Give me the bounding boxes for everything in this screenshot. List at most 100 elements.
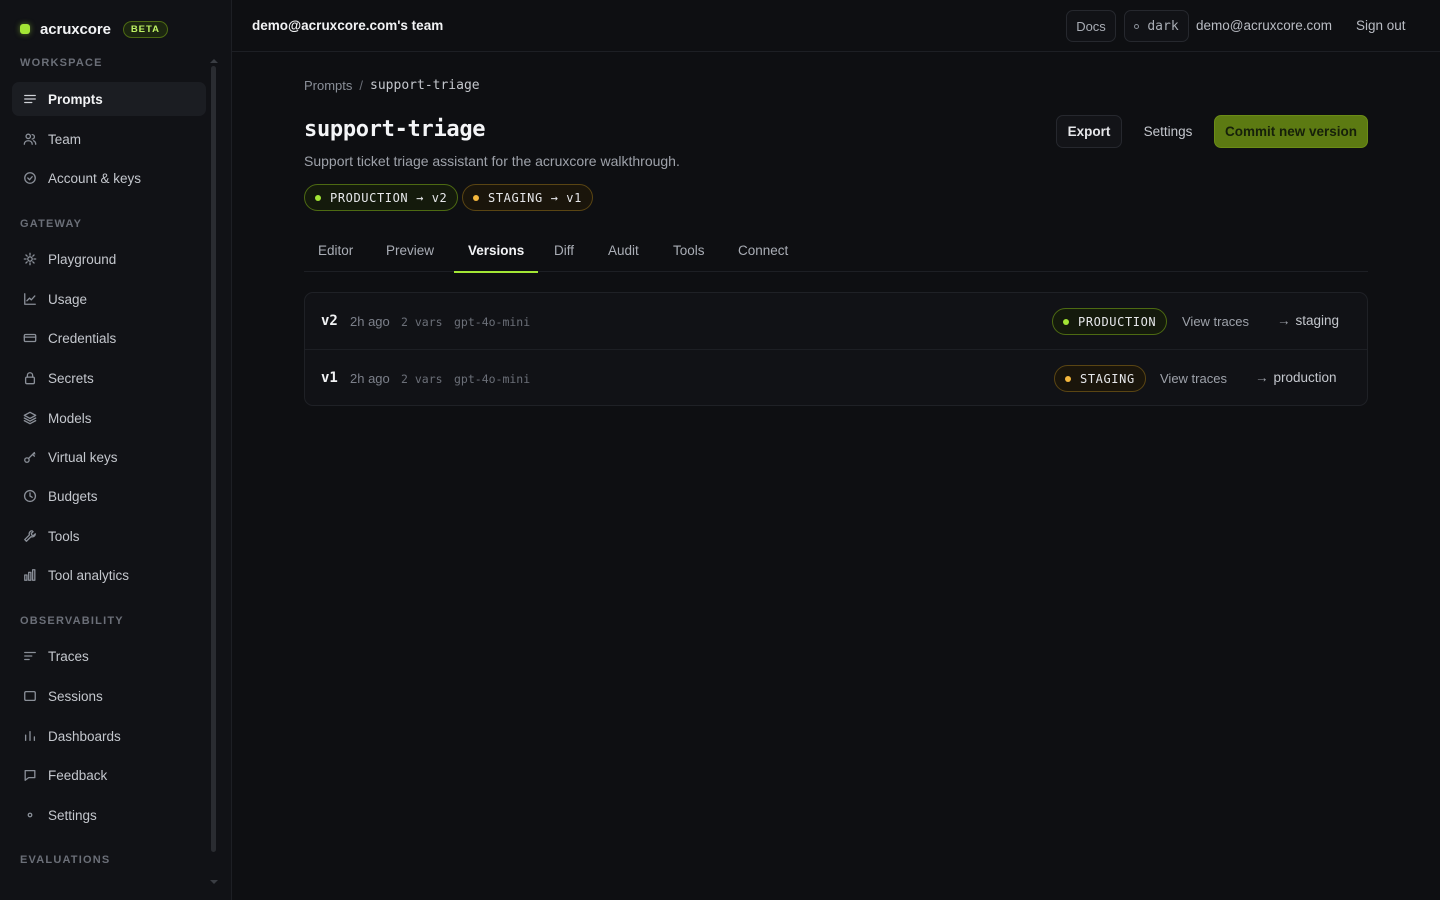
env-pill-label: PRODUCTION → v2 (330, 190, 448, 205)
tab-preview[interactable]: Preview (386, 236, 434, 272)
status-badge: STAGING (1054, 365, 1146, 392)
sidebar-item-usage[interactable]: Usage (12, 282, 206, 316)
sidebar-item-label: Tools (48, 528, 80, 544)
version-time: 2h ago (350, 314, 390, 329)
docs-button[interactable]: Docs (1066, 10, 1116, 42)
sidebar-item-dashboards[interactable]: Dashboards (12, 719, 206, 753)
status-badge-label: PRODUCTION (1078, 314, 1157, 329)
sidebar-item-label: Dashboards (48, 728, 121, 744)
sidebar-item-label: Credentials (48, 330, 117, 346)
sidebar: acruxcore BETA WORKSPACE Prompts Team Ac… (0, 0, 232, 900)
sidebar-item-label: Settings (48, 807, 97, 823)
sidebar-item-account-keys[interactable]: Account & keys (12, 161, 206, 195)
sidebar-item-credentials[interactable]: Credentials (12, 321, 206, 355)
breadcrumb-prompts[interactable]: Prompts (304, 78, 352, 93)
sidebar-item-secrets[interactable]: Secrets (12, 361, 206, 395)
bars-icon (22, 728, 38, 744)
sidebar-nav: WORKSPACE Prompts Team Account & keys GA… (0, 50, 218, 900)
table-row[interactable]: v2 2h ago 2 vars gpt-4o-mini PRODUCTION … (305, 293, 1367, 349)
sidebar-item-settings[interactable]: Settings (12, 798, 206, 832)
arrow-right-icon: → (1255, 370, 1269, 385)
traces-icon (22, 648, 38, 664)
promote-to-production-button[interactable]: → production (1255, 370, 1337, 385)
settings-button[interactable]: Settings (1132, 115, 1204, 148)
tab-connect[interactable]: Connect (738, 236, 788, 272)
scroll-down-icon[interactable] (210, 880, 218, 884)
status-dot-icon (315, 194, 321, 201)
breadcrumb: Prompts / support-triage (304, 78, 480, 93)
lock-icon (22, 370, 38, 386)
tab-versions[interactable]: Versions (454, 236, 539, 273)
commit-new-version-button[interactable]: Commit new version (1214, 115, 1368, 148)
version-vars: 2 vars (401, 372, 443, 386)
message-icon (22, 767, 38, 783)
version-time: 2h ago (350, 371, 390, 386)
brand[interactable]: acruxcore BETA (20, 19, 168, 39)
sun-icon (22, 251, 38, 267)
card-icon (22, 330, 38, 346)
status-dot-icon (1063, 318, 1069, 325)
tab-diff[interactable]: Diff (554, 236, 574, 272)
sidebar-item-label: Playground (48, 251, 117, 267)
sidebar-item-label: Team (48, 131, 82, 147)
tab-editor[interactable]: Editor (318, 236, 353, 272)
sidebar-item-feedback[interactable]: Feedback (12, 758, 206, 792)
theme-toggle[interactable]: dark (1124, 10, 1189, 42)
sidebar-item-models[interactable]: Models (12, 401, 206, 435)
sidebar-item-tools[interactable]: Tools (12, 519, 206, 553)
sidebar-item-budgets[interactable]: Budgets (12, 479, 206, 513)
env-pill-label: STAGING → v1 (488, 190, 582, 205)
theme-label: dark (1147, 18, 1179, 34)
prompt-description: Support ticket triage assistant for the … (304, 153, 680, 169)
version-model: gpt-4o-mini (454, 372, 531, 386)
key-icon (22, 449, 38, 465)
sidebar-item-virtual-keys[interactable]: Virtual keys (12, 440, 206, 474)
sidebar-scrollbar[interactable] (211, 66, 217, 852)
version-model: gpt-4o-mini (454, 315, 531, 329)
status-badge-label: STAGING (1080, 371, 1135, 386)
sidebar-item-label: Traces (48, 648, 89, 664)
arrow-right-icon: → (1277, 313, 1291, 328)
scrollbar-thumb[interactable] (211, 66, 216, 852)
sign-out-link[interactable]: Sign out (1356, 18, 1406, 33)
moon-icon (1134, 23, 1140, 29)
sidebar-item-traces[interactable]: Traces (12, 639, 206, 673)
user-email[interactable]: demo@acruxcore.com (1196, 18, 1332, 33)
version-name: v1 (321, 370, 338, 386)
section-evaluations: EVALUATIONS (20, 854, 111, 866)
sidebar-item-label: Virtual keys (48, 449, 118, 465)
sidebar-item-team[interactable]: Team (12, 122, 206, 156)
export-button[interactable]: Export (1056, 115, 1122, 148)
view-traces-link[interactable]: View traces (1182, 314, 1249, 329)
sidebar-item-label: Usage (48, 291, 88, 307)
window-icon (22, 688, 38, 704)
view-traces-link[interactable]: View traces (1160, 371, 1227, 386)
line-chart-icon (22, 291, 38, 307)
sidebar-item-playground[interactable]: Playground (12, 242, 206, 276)
breadcrumb-current: support-triage (370, 78, 480, 93)
sidebar-item-label: Sessions (48, 688, 103, 704)
promote-target: staging (1295, 313, 1340, 328)
sidebar-item-prompts[interactable]: Prompts (12, 82, 206, 116)
dot-icon (22, 807, 38, 823)
sidebar-item-label: Tool analytics (48, 567, 130, 583)
promote-target: production (1273, 370, 1337, 385)
tab-tools[interactable]: Tools (673, 236, 705, 272)
list-icon (22, 91, 38, 107)
sidebar-item-tool-analytics[interactable]: Tool analytics (12, 558, 206, 592)
team-name: demo@acruxcore.com's team (252, 18, 444, 33)
page-title: support-triage (304, 117, 486, 142)
sidebar-item-label: Prompts (48, 91, 103, 107)
brand-logo-icon (20, 24, 30, 34)
promote-to-staging-button[interactable]: → staging (1277, 313, 1339, 328)
check-circle-icon (22, 170, 38, 186)
top-bar: demo@acruxcore.com's team Docs dark demo… (232, 0, 1440, 52)
sidebar-item-sessions[interactable]: Sessions (12, 679, 206, 713)
section-workspace: WORKSPACE (20, 57, 103, 69)
scroll-up-icon[interactable] (210, 59, 218, 63)
tab-audit[interactable]: Audit (608, 236, 639, 272)
versions-table: v2 2h ago 2 vars gpt-4o-mini PRODUCTION … (304, 292, 1368, 406)
sidebar-item-label: Budgets (48, 488, 98, 504)
section-gateway: GATEWAY (20, 218, 83, 230)
table-row[interactable]: v1 2h ago 2 vars gpt-4o-mini STAGING Vie… (305, 349, 1367, 405)
